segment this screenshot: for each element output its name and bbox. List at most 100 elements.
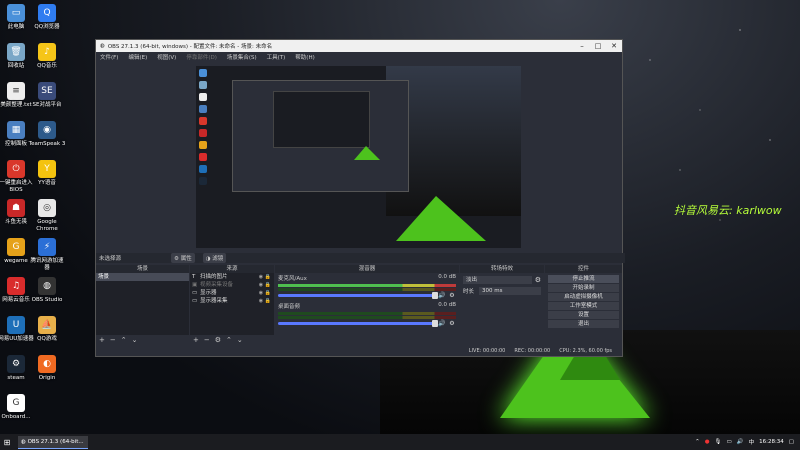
source-item[interactable]: ▣ 视频采集设备 ◉ 🔒: [190, 281, 274, 289]
remove-icon[interactable]: −: [110, 336, 116, 344]
close-icon[interactable]: ✕: [606, 42, 622, 50]
add-icon[interactable]: +: [99, 336, 105, 344]
control-button[interactable]: 停止推流: [548, 275, 619, 283]
duration-input[interactable]: 300 ms: [479, 287, 541, 295]
network-icon[interactable]: ▭: [727, 439, 732, 445]
taskbar-obs-button[interactable]: ◍ OBS 27.1.3 (64-bit...: [18, 435, 88, 449]
eye-icon[interactable]: ◉: [259, 282, 263, 288]
scene-item[interactable]: 场景: [96, 273, 189, 281]
lock-icon[interactable]: 🔒: [265, 274, 271, 280]
desktop-icon[interactable]: ⛵ QQ游戏: [28, 316, 66, 343]
obs-window[interactable]: ◍ OBS 27.1.3 (64-bit, windows) - 配置文件: 未…: [95, 39, 625, 357]
duration-label: 时长: [463, 289, 475, 295]
speaker-icon[interactable]: 🔊: [438, 320, 446, 327]
desktop-icon[interactable]: ⚡ 腾讯网游加速器: [28, 238, 66, 272]
sources-footer: + − ⚙ ⌃ ⌄: [190, 335, 274, 345]
volume-slider[interactable]: [278, 320, 438, 327]
source-item[interactable]: ▭ 显示器采集 ◉ 🔒: [190, 297, 274, 305]
minimize-icon[interactable]: –: [574, 42, 590, 50]
move-up-icon[interactable]: ⌃: [121, 336, 127, 344]
channel-db: 0.0 dB: [438, 302, 456, 308]
lock-icon[interactable]: 🔒: [265, 282, 271, 288]
maximize-icon[interactable]: □: [590, 42, 606, 50]
desktop-icon[interactable]: SE SE对战平台: [28, 82, 66, 109]
menu-item[interactable]: 编辑(E): [128, 53, 147, 61]
source-item[interactable]: ▭ 显示器 ◉ 🔒: [190, 289, 274, 297]
volume-knob[interactable]: [432, 292, 438, 299]
speaker-icon[interactable]: 🔊: [438, 292, 446, 299]
menu-item[interactable]: 工具(T): [267, 53, 286, 61]
gear-icon[interactable]: ⚙: [215, 336, 221, 344]
desktop-icon[interactable]: ◎ Google Chrome: [28, 199, 66, 233]
preview-canvas[interactable]: [196, 66, 521, 248]
status-bar: LIVE: 00:00:00 REC: 00:00:00 CPU: 2.3%, …: [96, 345, 622, 356]
eye-icon[interactable]: ◉: [259, 274, 263, 280]
gear-icon[interactable]: ⚙: [448, 292, 456, 299]
scenes-list[interactable]: 场景: [96, 273, 189, 335]
channel-name: 麦克风/Aux: [278, 276, 307, 282]
microphone-icon[interactable]: 🎙: [715, 439, 722, 445]
desktop-icon[interactable]: Y YY语音: [28, 160, 66, 187]
control-button[interactable]: 启动虚拟摄像机: [548, 293, 619, 301]
app-icon: G: [7, 238, 25, 256]
obs-titlebar[interactable]: ◍ OBS 27.1.3 (64-bit, windows) - 配置文件: 未…: [96, 40, 622, 52]
menu-item[interactable]: 停靠部件(D): [186, 53, 217, 61]
volume-icon[interactable]: 🔊: [737, 439, 744, 445]
filters-button[interactable]: ◑ 滤镜: [202, 253, 227, 263]
desktop-icon[interactable]: ◉ TeamSpeak 3: [28, 121, 66, 148]
properties-button[interactable]: ⚙ 属性: [171, 253, 195, 263]
preview-tent-small: [354, 146, 380, 160]
chevron-up-icon[interactable]: ⌃: [695, 439, 700, 445]
move-down-icon[interactable]: ⌄: [237, 336, 243, 344]
scenes-header: 场景: [96, 265, 189, 273]
eye-icon[interactable]: ◉: [259, 298, 263, 304]
mixer-body: 麦克风/Aux 0.0 dB 🔊 ⚙ 桌面音频 0.0 dB 🔊 ⚙: [275, 273, 459, 345]
obs-logo-icon: ◍: [100, 43, 105, 49]
desktop-icon[interactable]: Q QQ浏览器: [28, 4, 66, 31]
desktop-icon-label: 腾讯网游加速器: [30, 258, 64, 271]
volume-knob[interactable]: [432, 320, 438, 327]
menu-item[interactable]: 文件(F): [100, 53, 118, 61]
gear-icon[interactable]: ⚙: [535, 276, 541, 284]
add-icon[interactable]: +: [193, 336, 199, 344]
lock-icon[interactable]: 🔒: [265, 290, 271, 296]
control-button[interactable]: 工作室模式: [548, 302, 619, 310]
desktop-icon-label: QQ游戏: [37, 336, 57, 342]
desktop-icon[interactable]: ◐ Origin: [28, 355, 66, 382]
transition-select[interactable]: 淡出: [463, 276, 532, 284]
desktop-icon[interactable]: G Onboard...: [0, 394, 35, 421]
desktop-icon[interactable]: ♪ QQ音乐: [28, 43, 66, 70]
ime-icon[interactable]: 中: [749, 438, 755, 446]
notification-icon[interactable]: ▢: [789, 439, 794, 445]
source-toolbar: 未选择源 ⚙ 属性 ◑ 滤镜: [96, 253, 625, 263]
move-up-icon[interactable]: ⌃: [226, 336, 232, 344]
eye-icon[interactable]: ◉: [259, 290, 263, 296]
menu-item[interactable]: 视图(V): [157, 53, 176, 61]
gear-icon[interactable]: ⚙: [448, 320, 456, 327]
volume-slider[interactable]: [278, 292, 438, 299]
volume-meter: [278, 288, 456, 291]
menu-item[interactable]: 场景集合(S): [227, 53, 257, 61]
sources-list[interactable]: T 扫描的图片 ◉ 🔒 ▣ 视频采集设备 ◉ 🔒 ▭ 显示器 ◉ 🔒 ▭ 显示器采集 ◉ 🔒: [190, 273, 274, 335]
app-icon: U: [7, 316, 25, 334]
source-name: 视频采集设备: [200, 282, 234, 288]
clock[interactable]: 16:28:34: [759, 439, 784, 445]
remove-icon[interactable]: −: [204, 336, 210, 344]
control-button[interactable]: 开始录制: [548, 284, 619, 292]
app-icon: ☗: [7, 199, 25, 217]
app-icon: Q: [38, 4, 56, 22]
lock-icon[interactable]: 🔒: [265, 298, 271, 304]
start-button[interactable]: ⊞: [0, 434, 14, 450]
desktop-icon[interactable]: ◍ OBS Studio: [28, 277, 66, 304]
control-button[interactable]: 退出: [548, 320, 619, 328]
live-status: LIVE: 00:00:00: [468, 347, 506, 354]
control-button[interactable]: 设置: [548, 311, 619, 319]
preview-desktop-icons: [199, 69, 209, 189]
no-source-label: 未选择源: [99, 256, 122, 262]
scenes-footer: + − ⌃ ⌄: [96, 335, 189, 345]
source-item[interactable]: T 扫描的图片 ◉ 🔒: [190, 273, 274, 281]
menu-item[interactable]: 帮助(H): [295, 53, 314, 61]
record-icon[interactable]: ●: [705, 439, 710, 445]
move-down-icon[interactable]: ⌄: [132, 336, 138, 344]
app-icon: ♪: [38, 43, 56, 61]
